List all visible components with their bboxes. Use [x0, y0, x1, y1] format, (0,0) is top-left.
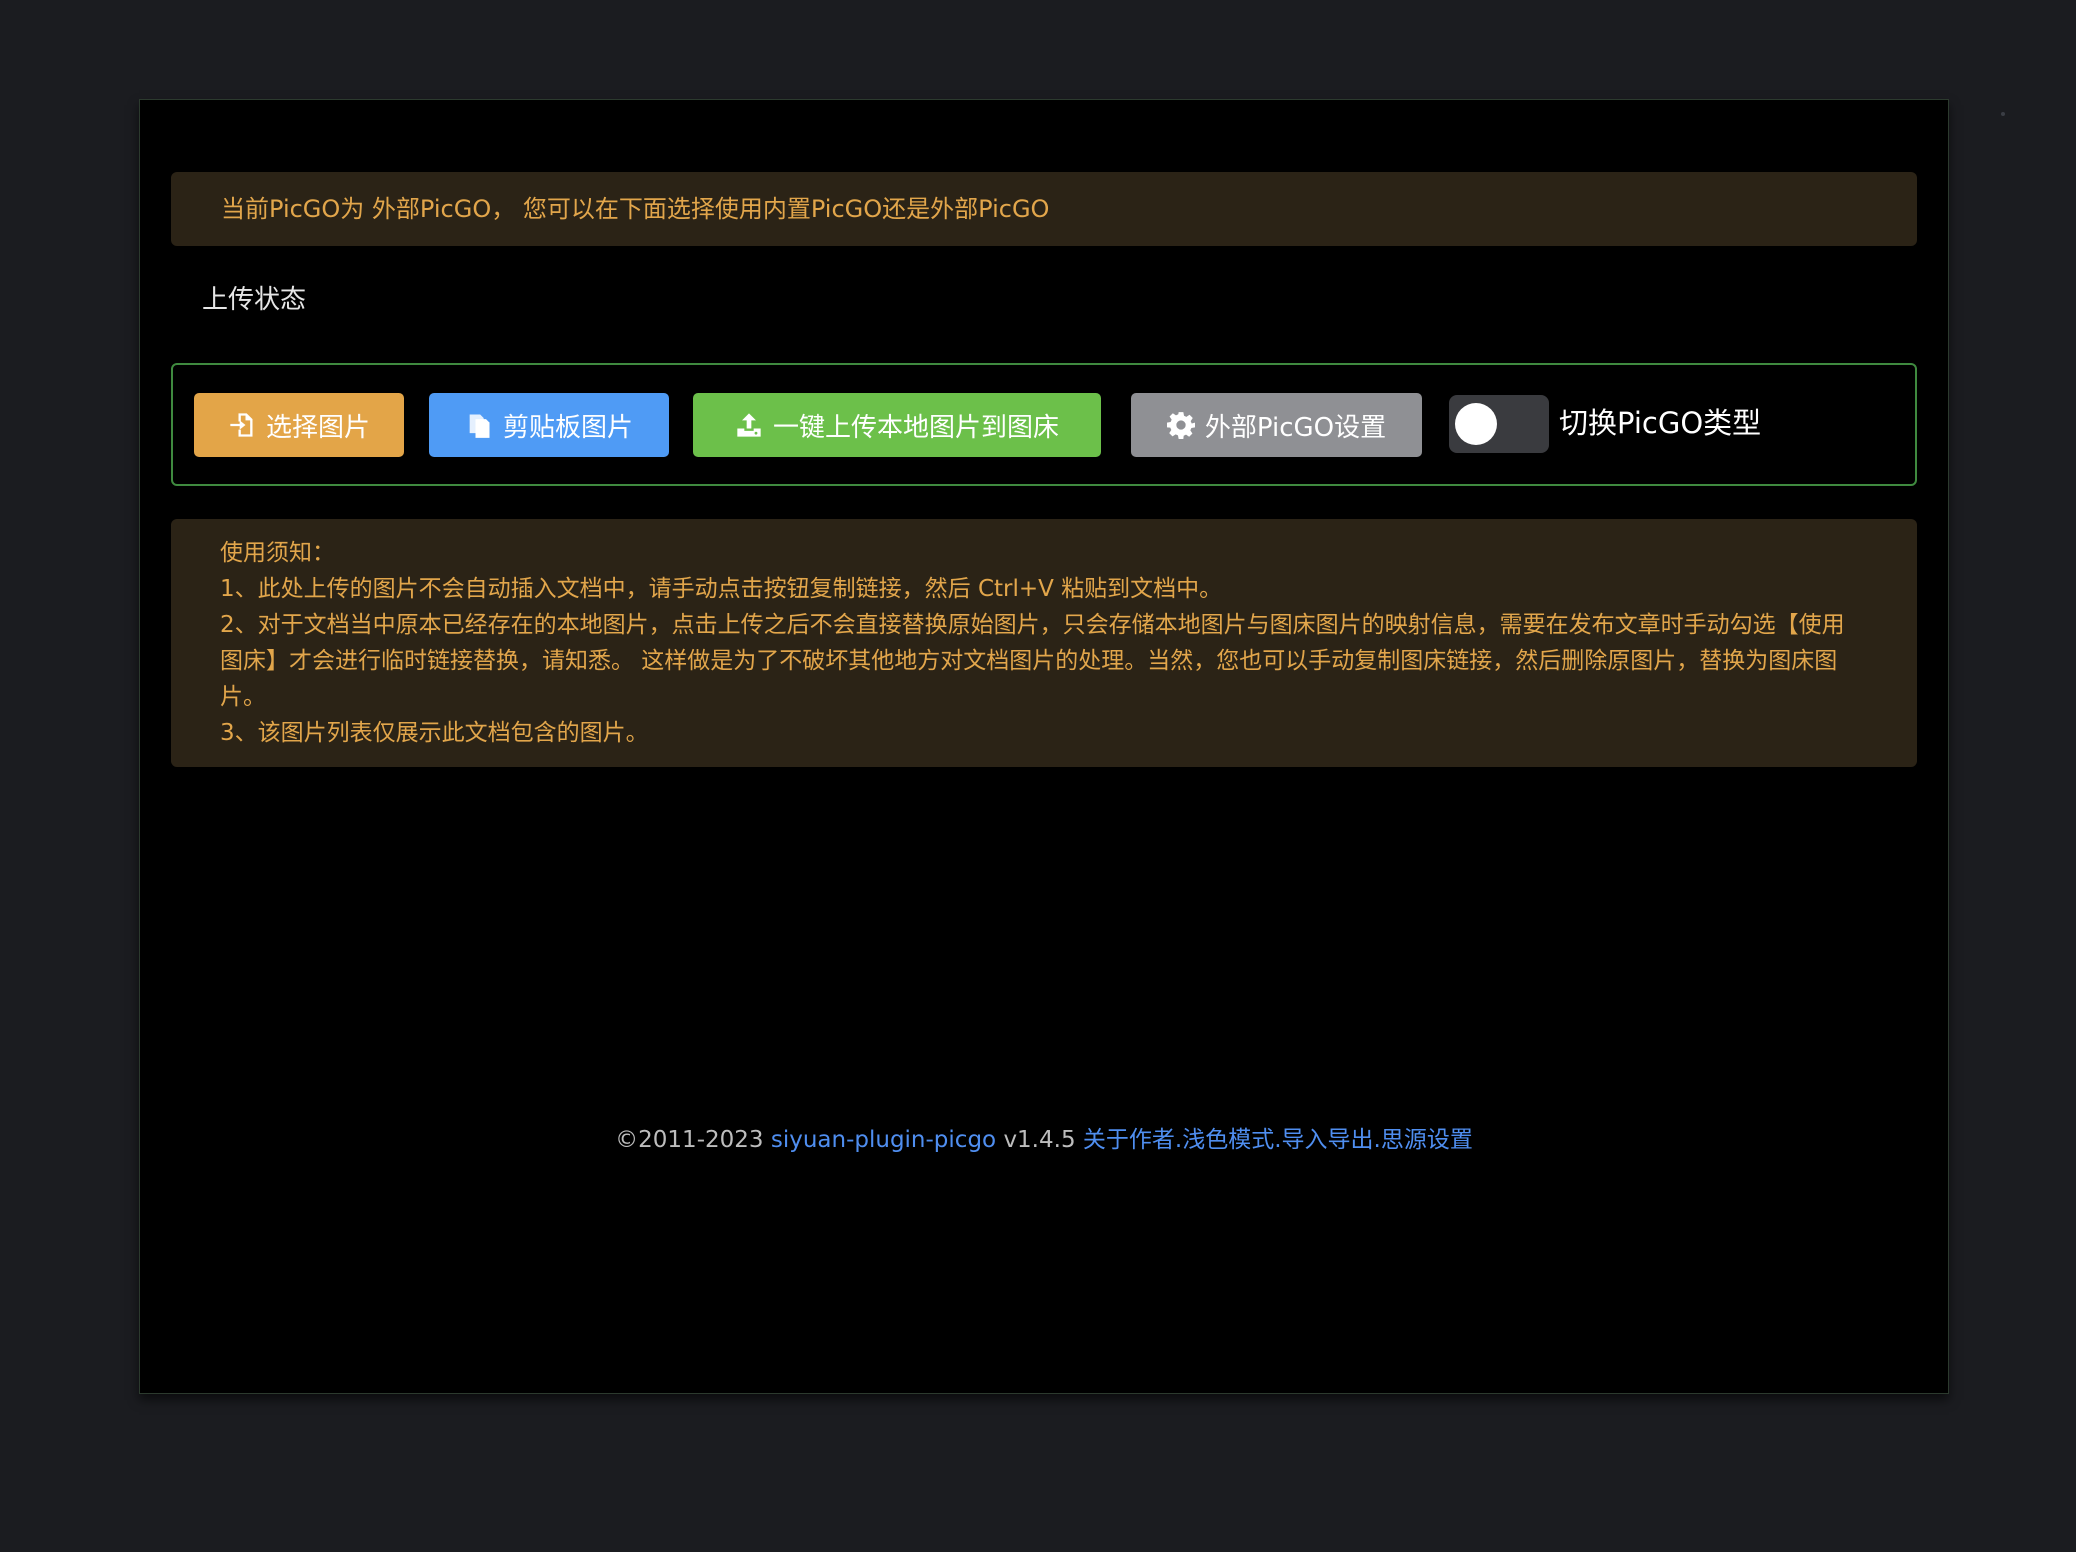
usage-notice: 使用须知： 1、此处上传的图片不会自动插入文档中，请手动点击按钮复制链接，然后 … — [171, 519, 1917, 767]
external-picgo-settings-label: 外部PicGO设置 — [1204, 412, 1387, 443]
upload-status-label: 上传状态 — [202, 285, 307, 315]
footer-copyright: ©2011-2023 — [615, 1127, 764, 1153]
light-mode-link[interactable]: 浅色模式 — [1182, 1127, 1274, 1153]
usage-notice-title: 使用须知： — [220, 540, 335, 566]
project-link[interactable]: siyuan-plugin-picgo — [771, 1127, 996, 1153]
upload-icon — [737, 413, 761, 437]
about-author-link[interactable]: 关于作者 — [1083, 1127, 1175, 1153]
footer-version: v1.4.5 — [1003, 1127, 1076, 1153]
upload-all-button[interactable]: 一键上传本地图片到图床 — [693, 393, 1101, 457]
siyuan-settings-link[interactable]: 思源设置 — [1381, 1127, 1473, 1153]
select-image-label: 选择图片 — [265, 412, 370, 443]
import-export-link[interactable]: 导入导出 — [1282, 1127, 1374, 1153]
file-import-icon — [230, 413, 253, 437]
usage-notice-line: 3、该图片列表仅展示此文档包含的图片。 — [220, 720, 649, 746]
picgo-type-notice: 当前PicGO为 外部PicGO， 您可以在下面选择使用内置PicGO还是外部P… — [171, 172, 1917, 246]
usage-notice-line: 2、对于文档当中原本已经存在的本地图片，点击上传之后不会直接替换原始图片，只会存… — [220, 612, 1845, 710]
picgo-dialog: 当前PicGO为 外部PicGO， 您可以在下面选择使用内置PicGO还是外部P… — [139, 99, 1949, 1394]
external-picgo-settings-button[interactable]: 外部PicGO设置 — [1131, 393, 1422, 457]
toggle-knob — [1455, 403, 1497, 445]
footer-separator: . — [1274, 1127, 1282, 1153]
picgo-type-notice-text: 当前PicGO为 外部PicGO， 您可以在下面选择使用内置PicGO还是外部P… — [221, 195, 1050, 223]
footer-separator: . — [1373, 1127, 1381, 1153]
picgo-type-toggle[interactable] — [1449, 395, 1549, 453]
background-dot — [2001, 112, 2005, 116]
copy-files-icon — [469, 414, 490, 438]
usage-notice-line: 1、此处上传的图片不会自动插入文档中，请手动点击按钮复制链接，然后 Ctrl+V… — [220, 576, 1223, 602]
toolbar: 选择图片 剪贴板图片 一键上传本地图片到图床 外部PicGO设置 切换PicGO… — [171, 363, 1917, 486]
picgo-type-toggle-label: 切换PicGO类型 — [1559, 406, 1762, 440]
gear-icon — [1166, 412, 1195, 439]
clipboard-image-button[interactable]: 剪贴板图片 — [429, 393, 669, 457]
select-image-button[interactable]: 选择图片 — [194, 393, 404, 457]
upload-all-label: 一键上传本地图片到图床 — [772, 412, 1059, 443]
clipboard-image-label: 剪贴板图片 — [502, 412, 633, 443]
footer: ©2011-2023 siyuan-plugin-picgo v1.4.5 关于… — [140, 1122, 1948, 1158]
